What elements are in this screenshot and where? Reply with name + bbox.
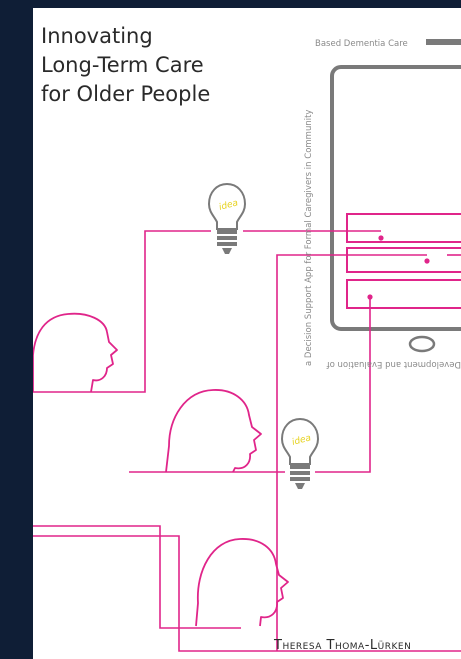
subtitle-upside-down: Development and Evaluation of xyxy=(326,359,461,369)
author-name: Theresa Thoma-Lürken xyxy=(274,638,412,653)
lightbulb-icon: idea xyxy=(280,417,320,489)
connection-dots xyxy=(367,235,430,300)
title-line: Innovating xyxy=(41,24,153,48)
title-line: for Older People xyxy=(41,82,211,106)
head-icon xyxy=(165,389,262,473)
head-icon xyxy=(33,312,118,393)
screen-panels xyxy=(346,213,461,309)
title-line: Long-Term Care xyxy=(41,53,204,77)
book-title: Innovating Long-Term Care for Older Peop… xyxy=(41,22,210,109)
head-icon xyxy=(195,538,289,627)
connection-lines xyxy=(33,230,461,652)
subtitle-top: Based Dementia Care xyxy=(315,39,408,49)
lightbulb-icon: idea xyxy=(207,182,247,254)
book-cover: idea idea a Decision Support App for For… xyxy=(33,8,461,659)
subtitle-vertical: a Decision Support App for Formal Caregi… xyxy=(304,110,314,366)
tablet-icon xyxy=(330,39,461,353)
